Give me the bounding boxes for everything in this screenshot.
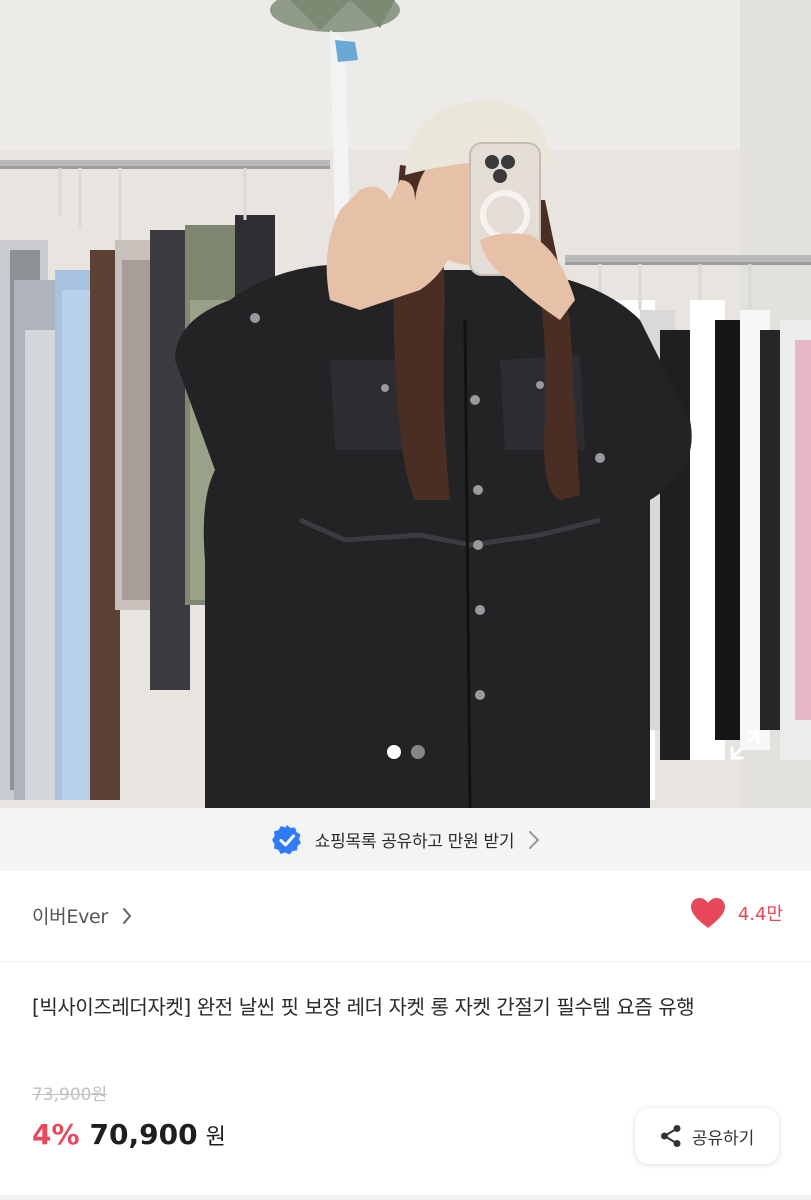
expand-image-button[interactable] xyxy=(728,728,768,768)
share-icon xyxy=(660,1125,681,1147)
store-row: 이버Ever 4.4만 xyxy=(0,871,811,962)
product-photo-illustration xyxy=(0,0,811,808)
carousel-indicator xyxy=(0,745,811,759)
chevron-right-icon xyxy=(122,907,132,924)
original-price: 73,900원 xyxy=(32,1085,108,1105)
product-title: [빅사이즈레더자켓] 완전 날씬 핏 보장 레더 자켓 롱 자켓 간절기 필수템… xyxy=(32,995,695,1019)
verified-badge-icon xyxy=(271,824,301,854)
share-reward-banner[interactable]: 쇼핑목록 공유하고 만원 받기 xyxy=(0,808,811,871)
carousel-dot-active[interactable] xyxy=(386,745,401,759)
expand-icon xyxy=(730,730,760,760)
carousel-dot[interactable] xyxy=(410,745,425,759)
like-count: 4.4만 xyxy=(737,904,783,925)
store-link[interactable]: 이버Ever xyxy=(32,902,132,929)
divider xyxy=(0,1195,811,1200)
discount-rate: 4% xyxy=(32,1118,80,1151)
price-row: 4% 70,900 원 xyxy=(32,1118,226,1151)
sale-price: 70,900 xyxy=(89,1118,198,1151)
heart-icon xyxy=(690,898,725,928)
currency-unit: 원 xyxy=(205,1125,226,1150)
share-button[interactable]: 공유하기 xyxy=(635,1108,779,1164)
store-name: 이버Ever xyxy=(32,906,108,928)
chevron-right-icon xyxy=(529,830,540,849)
share-reward-text: 쇼핑목록 공유하고 만원 받기 xyxy=(314,832,515,852)
share-button-label: 공유하기 xyxy=(691,1128,755,1149)
like-button[interactable]: 4.4만 xyxy=(690,897,783,929)
product-photo[interactable] xyxy=(0,0,811,808)
